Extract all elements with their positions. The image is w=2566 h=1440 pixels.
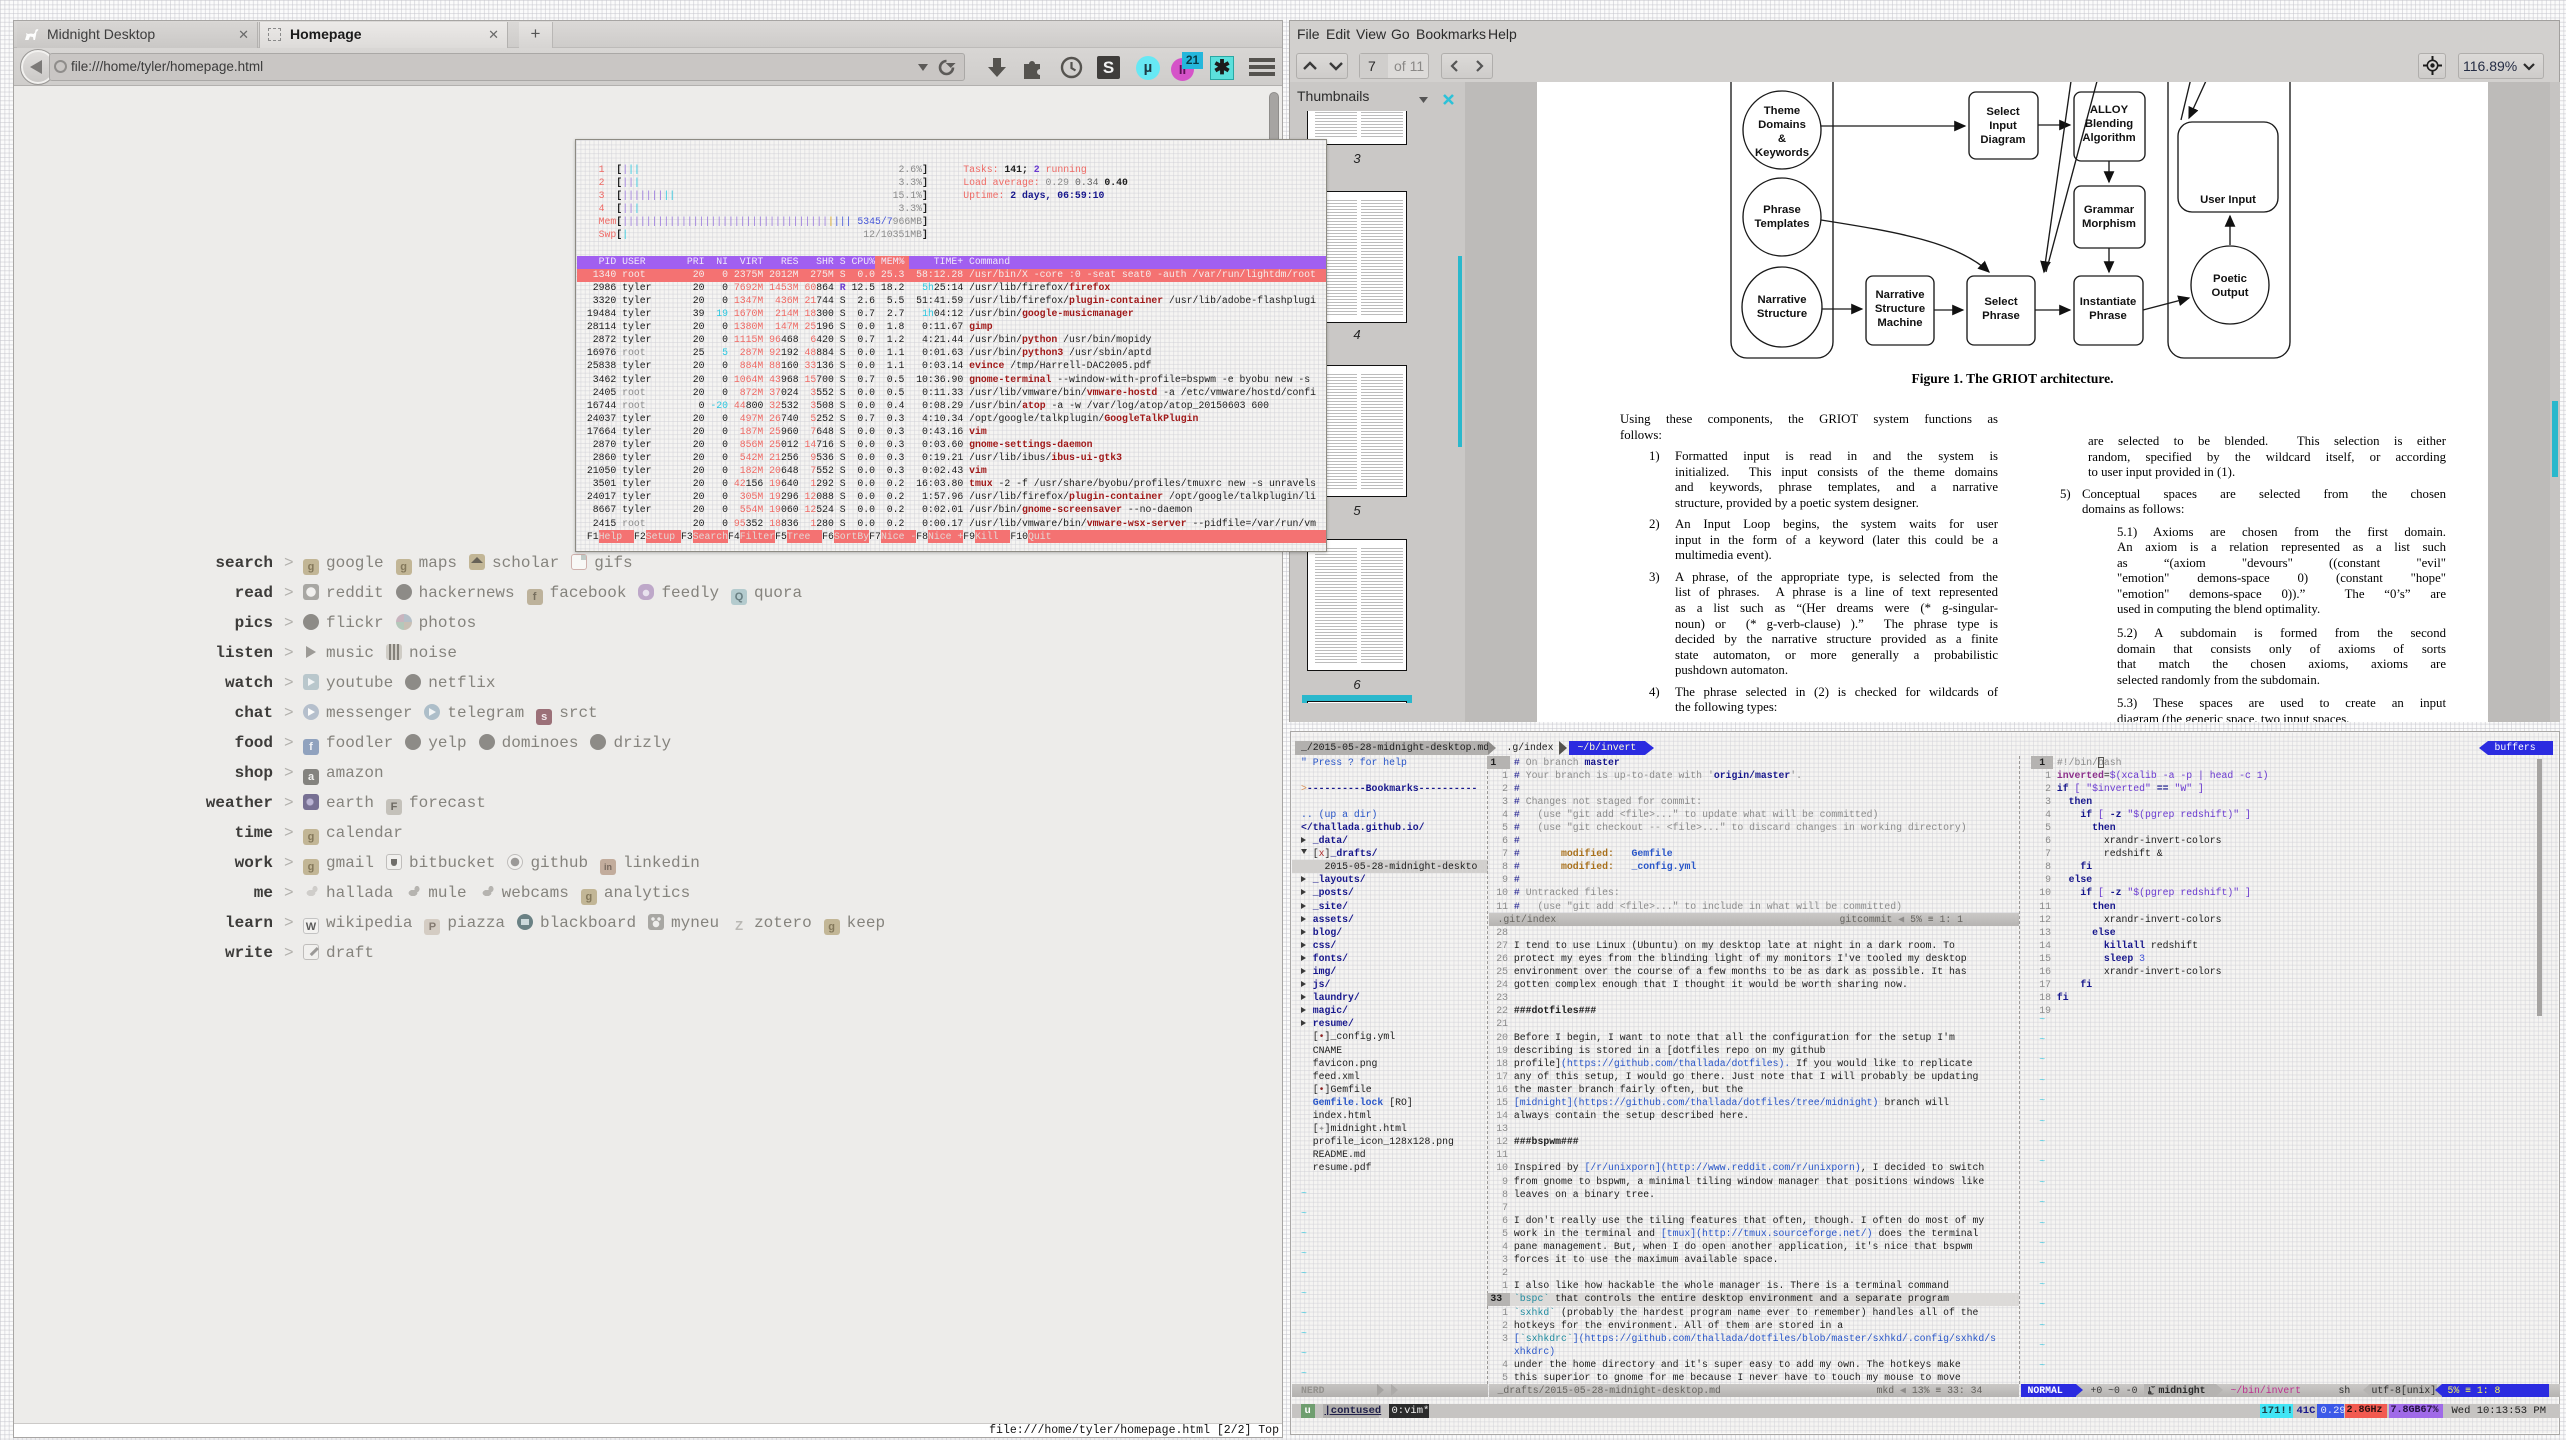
svg-text:Blending: Blending bbox=[2085, 118, 2133, 130]
svg-text:Input: Input bbox=[1989, 120, 2017, 132]
svg-text:Output: Output bbox=[2211, 287, 2248, 299]
svg-text:User Input: User Input bbox=[2200, 194, 2256, 206]
svg-text:Diagram: Diagram bbox=[1980, 134, 2025, 146]
svg-text:Grammar: Grammar bbox=[2084, 204, 2135, 216]
svg-text:Poetic: Poetic bbox=[2213, 273, 2247, 285]
svg-text:Theme: Theme bbox=[1764, 105, 1800, 117]
svg-text:Keywords: Keywords bbox=[1755, 147, 1809, 159]
svg-text:ALLOY: ALLOY bbox=[2090, 104, 2129, 116]
svg-text:Instantiate: Instantiate bbox=[2080, 296, 2137, 308]
svg-text:Structure: Structure bbox=[1757, 308, 1807, 320]
svg-text:Select: Select bbox=[1986, 106, 2020, 118]
svg-text:Morphism: Morphism bbox=[2082, 218, 2136, 230]
svg-text:&: & bbox=[1778, 133, 1786, 145]
svg-text:Machine: Machine bbox=[1877, 317, 1922, 329]
svg-text:Select: Select bbox=[1984, 296, 2018, 308]
svg-text:Algorithm: Algorithm bbox=[2082, 132, 2135, 144]
svg-text:Narrative: Narrative bbox=[1758, 294, 1807, 306]
svg-text:Domains: Domains bbox=[1758, 119, 1806, 131]
svg-text:Phrase: Phrase bbox=[1982, 310, 2020, 322]
svg-text:Phrase: Phrase bbox=[2089, 310, 2127, 322]
svg-text:Structure: Structure bbox=[1875, 303, 1925, 315]
svg-text:Narrative: Narrative bbox=[1876, 289, 1925, 301]
svg-text:Phrase: Phrase bbox=[1763, 204, 1801, 216]
svg-text:Templates: Templates bbox=[1754, 218, 1809, 230]
